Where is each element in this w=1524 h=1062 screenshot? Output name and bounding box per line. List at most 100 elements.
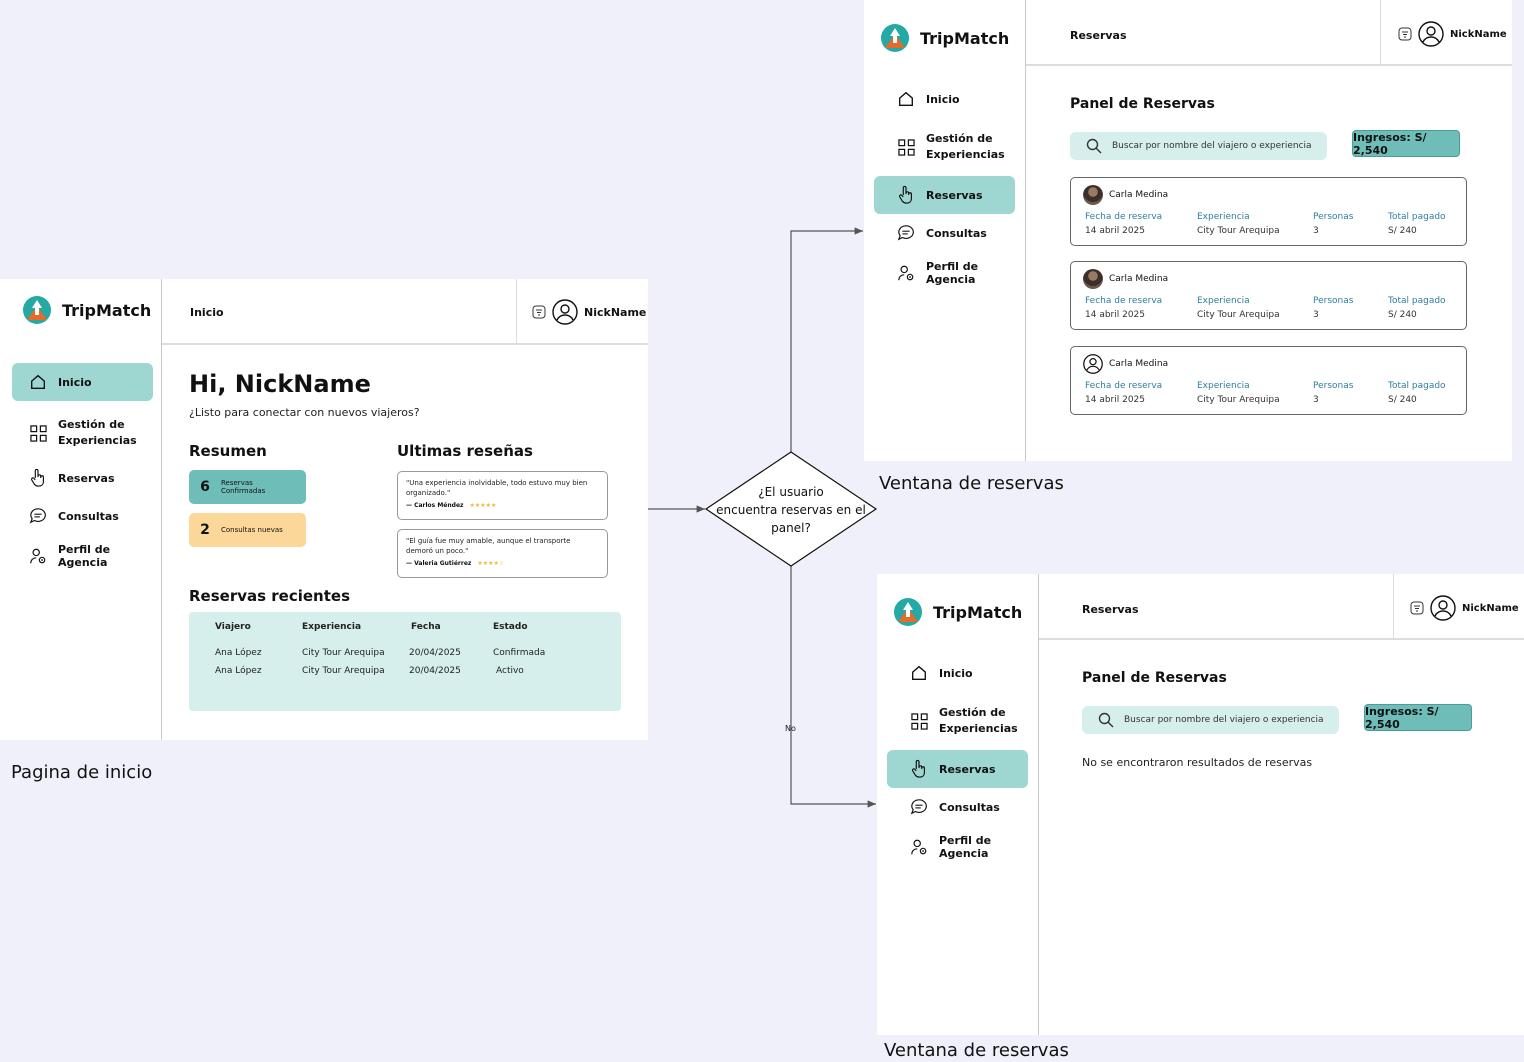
nickname: NickName bbox=[1450, 28, 1507, 40]
no-label: No bbox=[785, 724, 796, 733]
sidebar-item-label: Inicio bbox=[939, 666, 973, 680]
sidebar-item-inicio[interactable]: Inicio bbox=[887, 654, 1028, 692]
table-cell: City Tour Arequipa bbox=[302, 666, 385, 676]
filter-icon[interactable] bbox=[532, 305, 546, 319]
caption-reservas-bottom: Ventana de reservas bbox=[884, 1040, 1069, 1061]
table-cell: City Tour Arequipa bbox=[302, 648, 385, 658]
avatar bbox=[1083, 269, 1103, 289]
sidebar-item-perfil[interactable]: Perfil de Agencia bbox=[12, 537, 157, 575]
avatar bbox=[1083, 185, 1103, 205]
sidebar-item-perfil[interactable]: Perfil de Agencia bbox=[874, 254, 1022, 292]
table-cell: Ana López bbox=[215, 648, 262, 658]
sidebar-item-inicio[interactable]: Inicio bbox=[12, 363, 153, 401]
home-icon bbox=[909, 663, 929, 683]
review-card: "El guía fue muy amable, aunque el trans… bbox=[397, 529, 608, 578]
confirmed-label: Reservas Confirmadas bbox=[221, 479, 266, 495]
search-icon bbox=[1098, 712, 1114, 728]
chat-icon bbox=[896, 223, 916, 243]
user-settings-icon bbox=[909, 837, 929, 857]
brand-name: TripMatch bbox=[920, 28, 1010, 48]
personas-col: Personas 3 bbox=[1313, 212, 1354, 236]
fecha-col: Fecha de reserva 14 abril 2025 bbox=[1085, 296, 1163, 320]
reservation-name: Carla Medina bbox=[1083, 185, 1168, 205]
table-cell: 20/04/2025 bbox=[409, 666, 461, 676]
review-text: "El guía fue muy amable, aunque el trans… bbox=[406, 537, 571, 555]
personas-col: Personas 3 bbox=[1313, 381, 1354, 405]
sidebar-item-label: Consultas bbox=[939, 800, 1000, 814]
sidebar-item-gestion[interactable]: Gestión de Experiencias bbox=[12, 413, 153, 453]
sidebar-item-consultas[interactable]: Consultas bbox=[874, 214, 1015, 252]
consultas-label: Consultas nuevas bbox=[221, 526, 283, 534]
sidebar-item-inicio[interactable]: Inicio bbox=[874, 80, 1015, 118]
stars-icon: ★★★★★ bbox=[469, 502, 497, 509]
sidebar-item-reservas[interactable]: Reservas bbox=[874, 176, 1015, 214]
caption-reservas-top: Ventana de reservas bbox=[879, 473, 1064, 494]
reservation-name: Carla Medina bbox=[1083, 354, 1168, 374]
user-menu[interactable]: NickName bbox=[1398, 21, 1507, 47]
breadcrumb: Reservas bbox=[1070, 29, 1127, 42]
sidebar-item-gestion[interactable]: Gestión de Experiencias bbox=[874, 127, 1015, 167]
recent-table: Viajero Experiencia Fecha Estado Ana Lóp… bbox=[189, 612, 621, 711]
user-menu[interactable]: NickName bbox=[1410, 595, 1519, 621]
sidebar-item-gestion[interactable]: Gestión de Experiencias bbox=[887, 701, 1028, 741]
sidebar-item-consultas[interactable]: Consultas bbox=[12, 497, 153, 535]
filter-icon[interactable] bbox=[1398, 27, 1412, 41]
reservation-card[interactable]: Carla Medina Fecha de reserva 14 abril 20… bbox=[1070, 261, 1467, 330]
reservation-card[interactable]: Carla Medina Fecha de reserva 14 abril 20… bbox=[1070, 177, 1467, 246]
review-card: "Una experiencia inolvidable, todo estuv… bbox=[397, 471, 608, 520]
user-menu[interactable]: NickName bbox=[532, 299, 646, 325]
sidebar-item-consultas[interactable]: Consultas bbox=[887, 788, 1028, 826]
breadcrumb: Reservas bbox=[1082, 603, 1139, 616]
table-cell: 20/04/2025 bbox=[409, 648, 461, 658]
sidebar-item-reservas[interactable]: Reservas bbox=[12, 459, 153, 497]
user-avatar-icon bbox=[1083, 354, 1103, 374]
sidebar-item-label: Perfil de Agencia bbox=[939, 834, 992, 860]
sidebar-item-reservas[interactable]: Reservas bbox=[887, 750, 1028, 788]
search-input[interactable]: Buscar por nombre del viajero o experien… bbox=[1070, 132, 1327, 160]
reservas-screen-results: TripMatch Inicio Gestión de Experiencias … bbox=[864, 0, 1512, 461]
subtitle: ¿Listo para conectar con nuevos viajeros… bbox=[189, 406, 420, 419]
chat-icon bbox=[909, 797, 929, 817]
reviews-title: Ultimas reseñas bbox=[397, 442, 533, 460]
table-header: Experiencia bbox=[302, 622, 362, 632]
grid-icon bbox=[28, 423, 48, 443]
sidebar-item-label: Consultas bbox=[926, 226, 987, 240]
logo-icon bbox=[881, 24, 909, 52]
home-icon bbox=[28, 372, 48, 392]
sidebar-item-label: Perfil de Agencia bbox=[58, 543, 111, 569]
breadcrumb: Inicio bbox=[190, 306, 224, 319]
user-settings-icon bbox=[28, 546, 48, 566]
avatar-icon[interactable] bbox=[1418, 21, 1444, 47]
hand-pointer-icon bbox=[909, 759, 929, 779]
ingresos-badge: Ingresos: S/ 2,540 bbox=[1352, 130, 1460, 157]
sidebar-item-label: Reservas bbox=[926, 188, 983, 202]
logo-icon bbox=[894, 598, 922, 626]
home-icon bbox=[896, 89, 916, 109]
confirmed-card[interactable]: 6 Reservas Confirmadas bbox=[189, 470, 306, 504]
brand: TripMatch bbox=[880, 23, 1009, 53]
filter-icon[interactable] bbox=[1410, 601, 1424, 615]
brand-name: TripMatch bbox=[933, 602, 1023, 622]
consultas-card[interactable]: 2 Consultas nuevas bbox=[189, 513, 306, 547]
sidebar-item-perfil[interactable]: Perfil de Agencia bbox=[887, 828, 1035, 866]
experiencia-col: Experiencia City Tour Arequipa bbox=[1197, 212, 1280, 236]
table-header: Viajero bbox=[215, 622, 251, 632]
avatar-icon[interactable] bbox=[552, 299, 578, 325]
total-col: Total pagado S/ 240 bbox=[1388, 381, 1446, 405]
consultas-count: 2 bbox=[200, 522, 210, 538]
total-col: Total pagado S/ 240 bbox=[1388, 212, 1446, 236]
reservation-card[interactable]: Carla Medina Fecha de reserva 14 abril 20… bbox=[1070, 346, 1467, 415]
fecha-col: Fecha de reserva 14 abril 2025 bbox=[1085, 212, 1163, 236]
decision-text: ¿El usuario encuentra reservas en el pan… bbox=[716, 485, 866, 535]
grid-icon bbox=[909, 711, 929, 731]
connector-decision-yes bbox=[790, 227, 863, 452]
avatar-icon[interactable] bbox=[1430, 595, 1456, 621]
fecha-col: Fecha de reserva 14 abril 2025 bbox=[1085, 381, 1163, 405]
resumen-title: Resumen bbox=[189, 442, 267, 460]
table-cell: Confirmada bbox=[493, 648, 546, 658]
review-author: — Valeria Gutiérrez ★★★★☆ bbox=[406, 560, 505, 567]
search-input[interactable]: Buscar por nombre del viajero o experien… bbox=[1082, 706, 1339, 734]
recent-title: Reservas recientes bbox=[189, 587, 351, 605]
search-icon bbox=[1086, 138, 1102, 154]
brand: TripMatch bbox=[893, 597, 1022, 627]
